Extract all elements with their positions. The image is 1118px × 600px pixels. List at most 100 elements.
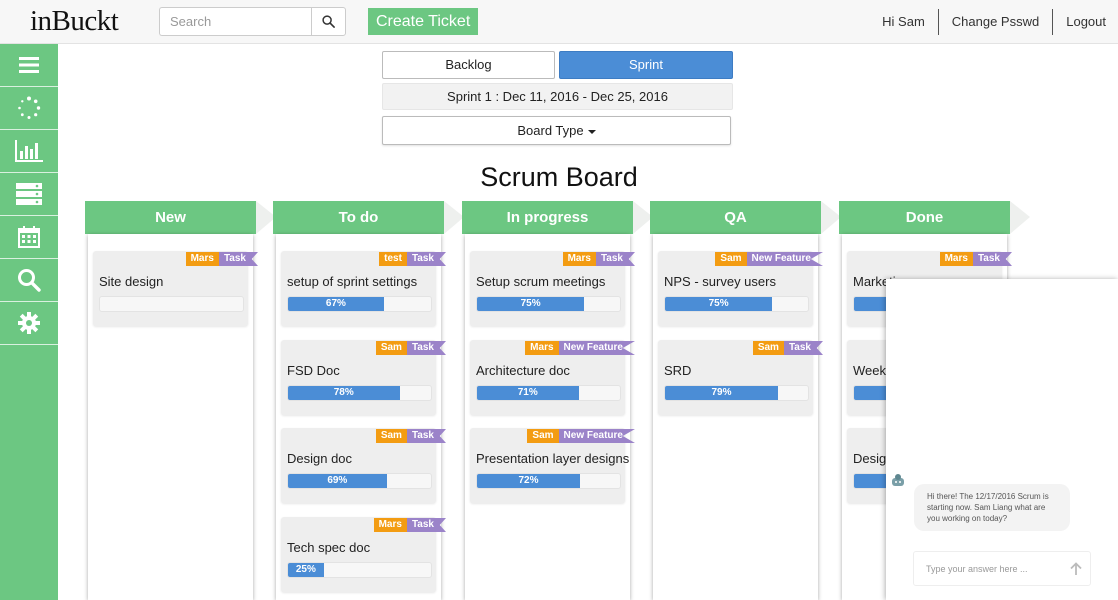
progress-bar: 75% xyxy=(664,296,809,312)
column-arrow xyxy=(1010,201,1030,234)
user-nav: Hi Sam Change Psswd Logout xyxy=(869,9,1118,35)
backlog-tab[interactable]: Backlog xyxy=(382,51,555,79)
sprint-dates: Sprint 1 : Dec 11, 2016 - Dec 25, 2016 xyxy=(382,83,733,110)
send-arrow-icon[interactable] xyxy=(1070,562,1082,576)
card-tags: Sam Task xyxy=(752,341,823,355)
owner-tag: Mars xyxy=(525,341,559,355)
card-title: FSD Doc xyxy=(287,363,340,378)
type-tag: Task xyxy=(406,341,446,355)
sidebar-item-settings[interactable] xyxy=(0,302,58,345)
type-tag: Task xyxy=(406,518,446,532)
ticket-card[interactable]: Mars Task Setup scrum meetings 75% xyxy=(470,251,635,326)
progress-fill: 72% xyxy=(477,474,580,488)
caret-down-icon xyxy=(587,129,596,134)
card-tags: Sam New Feature xyxy=(715,252,823,266)
progress-fill: 75% xyxy=(665,297,773,311)
gear-icon xyxy=(18,312,40,334)
board-column: In progress Mars Task Setup scrum meetings 7… xyxy=(462,201,653,600)
sprint-tab[interactable]: Sprint xyxy=(559,51,733,79)
column-title: To do xyxy=(338,209,379,226)
app-logo[interactable]: inBuckt xyxy=(30,5,119,38)
progress-bar: 72% xyxy=(476,473,621,489)
chat-input-placeholder: Type your answer here ... xyxy=(926,564,1028,574)
column-title: QA xyxy=(724,209,747,226)
card-title: Setup scrum meetings xyxy=(476,274,606,289)
owner-tag: Mars xyxy=(373,518,407,532)
owner-tag: Sam xyxy=(752,341,784,355)
top-navbar: inBuckt Create Ticket Hi Sam Change Pssw… xyxy=(0,0,1118,44)
change-password-link[interactable]: Change Psswd xyxy=(939,9,1054,35)
ticket-card[interactable]: Mars Task Tech spec doc 25% xyxy=(281,517,446,592)
ticket-card[interactable]: Mars Task Site design xyxy=(93,251,258,326)
type-tag: Task xyxy=(406,429,446,443)
owner-tag: Mars xyxy=(562,252,596,266)
ticket-card[interactable]: test Task setup of sprint settings 67% xyxy=(281,251,446,326)
progress-bar: 78% xyxy=(287,385,432,401)
progress-bar: 71% xyxy=(476,385,621,401)
owner-tag: Sam xyxy=(715,252,747,266)
type-tag: Task xyxy=(595,252,635,266)
board-title: Scrum Board xyxy=(480,162,638,192)
column-header: QA xyxy=(650,201,841,234)
sidebar-item-list[interactable] xyxy=(0,44,58,87)
ticket-card[interactable]: Sam Task Design doc 69% xyxy=(281,428,446,503)
column-title: New xyxy=(155,209,186,226)
progress-bar: 75% xyxy=(476,296,621,312)
card-tags: Sam New Feature xyxy=(527,429,635,443)
sidebar-item-activity[interactable] xyxy=(0,87,58,130)
list-icon xyxy=(19,57,39,73)
ticket-card[interactable]: Mars New Feature Architecture doc 71% xyxy=(470,340,635,415)
column-header: New xyxy=(85,201,276,234)
type-tag: New Feature xyxy=(558,429,635,443)
search-button[interactable] xyxy=(311,7,346,36)
greeting-link[interactable]: Hi Sam xyxy=(869,9,939,35)
board-type-dropdown[interactable]: Board Type xyxy=(382,116,731,145)
progress-fill: 79% xyxy=(665,386,778,400)
chat-message: Hi there! The 12/17/2016 Scrum is starti… xyxy=(914,484,1070,531)
card-tags: Mars Task xyxy=(562,252,635,266)
sidebar-item-calendar[interactable] xyxy=(0,216,58,259)
card-title: Presentation layer designs xyxy=(476,451,630,466)
board-column: Done Mars Task Marketi Weekly Design xyxy=(839,201,1030,600)
column-body: Sam New Feature NPS - survey users 75% Sam Ta… xyxy=(653,234,823,600)
progress-bar: 79% xyxy=(664,385,809,401)
ticket-card[interactable]: Sam Task SRD 79% xyxy=(658,340,823,415)
ticket-card[interactable]: Sam Task FSD Doc 78% xyxy=(281,340,446,415)
column-header: In progress xyxy=(462,201,653,234)
progress-fill: 69% xyxy=(288,474,387,488)
ticket-card[interactable]: Sam New Feature Presentation layer designs… xyxy=(470,428,635,503)
card-title: SRD xyxy=(664,363,692,378)
create-ticket-button[interactable]: Create Ticket xyxy=(368,8,479,35)
progress-bar: 25% xyxy=(287,562,432,578)
card-tags: Sam Task xyxy=(375,429,446,443)
logout-link[interactable]: Logout xyxy=(1053,9,1118,35)
chat-answer-input[interactable]: Type your answer here ... xyxy=(913,551,1091,586)
type-tag: New Feature xyxy=(558,341,635,355)
search-box xyxy=(159,7,346,36)
spinner-icon xyxy=(18,96,41,119)
card-tags: Mars New Feature xyxy=(525,341,635,355)
progress-bar xyxy=(99,296,244,312)
owner-tag: Mars xyxy=(185,252,219,266)
column-arrow xyxy=(821,201,841,234)
sidebar-item-search[interactable] xyxy=(0,259,58,302)
type-tag: Task xyxy=(972,252,1012,266)
card-title: setup of sprint settings xyxy=(287,274,418,289)
progress-fill: 25% xyxy=(288,563,324,577)
owner-tag: test xyxy=(379,252,407,266)
card-tags: Sam Task xyxy=(375,341,446,355)
type-tag: New Feature xyxy=(746,252,823,266)
ticket-card[interactable]: Sam New Feature NPS - survey users 75% xyxy=(658,251,823,326)
column-header: Done xyxy=(839,201,1030,234)
search-input[interactable] xyxy=(159,7,311,36)
search-icon xyxy=(18,269,41,292)
type-tag: Task xyxy=(406,252,446,266)
owner-tag: Sam xyxy=(375,429,407,443)
column-body: Mars Task Setup scrum meetings 75% Mars New F… xyxy=(465,234,635,600)
progress-fill: 75% xyxy=(477,297,585,311)
card-title: Design doc xyxy=(287,451,353,466)
card-title: NPS - survey users xyxy=(664,274,776,289)
board-type-label: Board Type xyxy=(517,123,584,138)
progress-bar: 69% xyxy=(287,473,432,489)
progress-fill: 71% xyxy=(477,386,579,400)
